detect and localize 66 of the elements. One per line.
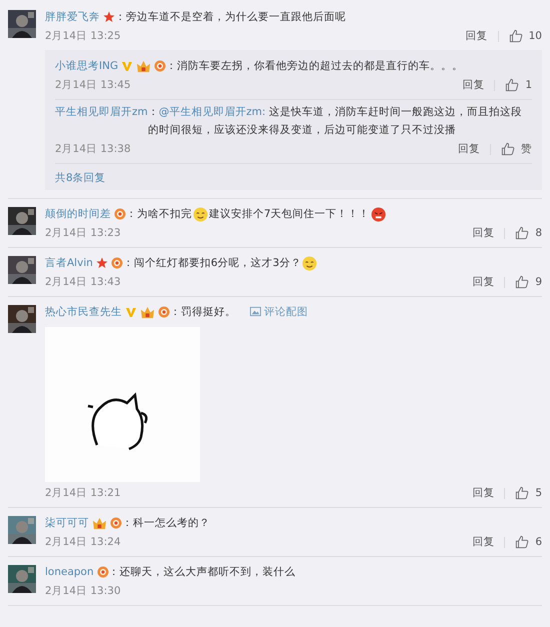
medal-icon	[110, 257, 123, 269]
verified-icon	[121, 60, 134, 72]
more-replies-link[interactable]: 共8条回复	[55, 164, 532, 188]
medal-icon	[110, 517, 122, 529]
like-count: 6	[535, 535, 542, 550]
reply-link[interactable]: 回复	[458, 140, 480, 158]
timestamp: 2月14日 13:43	[45, 275, 121, 290]
reply-link[interactable]: 回复	[472, 273, 494, 291]
like-count: 10	[528, 29, 542, 44]
medal-icon	[158, 306, 170, 318]
timestamp: 2月14日 13:21	[45, 486, 121, 501]
user-name[interactable]: 颠倒的时间差	[45, 205, 111, 223]
crown-icon	[136, 60, 152, 73]
star-icon	[103, 11, 115, 23]
reply-link[interactable]: 回复	[466, 27, 488, 45]
smiley-icon	[193, 206, 208, 222]
comment-text: ：科一怎么考的？	[122, 517, 210, 529]
like-count: 9	[535, 275, 542, 290]
user-name[interactable]: 柒可可可	[45, 514, 89, 532]
thumbs-up-icon[interactable]	[515, 226, 530, 240]
image-icon	[250, 306, 261, 317]
reply-text: ：@平生相见即眉开zm: 这是快车道，消防车赶时间一般跑这边，而且拍这段的时间很短，应该还没来得及变道，后边可能变道了只不过没播	[148, 105, 523, 138]
timestamp: 2月14日 13:24	[45, 535, 121, 550]
thumbs-up-icon[interactable]	[501, 142, 515, 156]
user-name[interactable]: 胖胖爱飞奔	[45, 8, 100, 26]
user-name[interactable]: 热心市民查先生	[45, 303, 122, 321]
timestamp: 2月14日 13:25	[45, 29, 121, 44]
like-count: 1	[525, 78, 532, 93]
reply-link[interactable]: 回复	[472, 484, 494, 502]
smiley-icon	[302, 256, 318, 271]
comment-image-link[interactable]: 评论配图	[264, 303, 308, 321]
comment-text: ：为啥不扣完	[126, 208, 192, 220]
verified-icon	[125, 306, 137, 318]
medal-icon	[114, 208, 126, 220]
like-count: 赞	[521, 142, 532, 157]
like-count: 5	[535, 486, 542, 501]
thumbs-up-icon[interactable]	[505, 78, 520, 92]
crown-icon	[140, 306, 155, 319]
user-name[interactable]: 言者Alvin	[45, 254, 93, 272]
thumbs-up-icon[interactable]	[515, 486, 530, 500]
timestamp: 2月14日 13:45	[55, 78, 131, 93]
comment-text: ：闯个红灯都要扣6分呢，这才3分？	[122, 257, 302, 269]
star-icon	[96, 257, 108, 269]
thumbs-up-icon[interactable]	[515, 275, 530, 289]
reply-link[interactable]: 回复	[472, 533, 494, 551]
user-name[interactable]: 小谁思考ING	[55, 57, 118, 75]
medal-icon	[154, 60, 166, 72]
thumbs-up-icon[interactable]	[515, 535, 530, 549]
medal-icon	[96, 566, 109, 578]
reply-link[interactable]: 回复	[462, 76, 484, 94]
crown-icon	[92, 517, 107, 530]
timestamp: 2月14日 13:23	[45, 226, 121, 241]
mention-link[interactable]: @平生相见即眉开zm:	[158, 106, 266, 118]
angry-face-icon	[370, 206, 386, 222]
reply-text: ：消防车要左拐，你看他旁边的超过去的都是直行的车。。。	[166, 59, 464, 74]
timestamp: 2月14日 13:30	[45, 584, 121, 599]
like-count: 8	[535, 226, 542, 241]
comment-text: ：旁边车道不是空着，为什么要一直跟他后面呢	[115, 11, 346, 23]
reply-link[interactable]: 回复	[472, 224, 494, 242]
user-name[interactable]: 平生相见即眉开zm	[55, 103, 148, 121]
user-name[interactable]: loneapon	[45, 563, 94, 581]
timestamp: 2月14日 13:38	[55, 142, 131, 157]
comment-text: ：罚得挺好。	[170, 306, 236, 318]
comment-text: 建议安排个7天包间住一下！！！	[209, 208, 370, 220]
thumbs-up-icon[interactable]	[508, 29, 523, 43]
comment-text: ：还聊天，这么大声都听不到，装什么	[108, 566, 296, 578]
